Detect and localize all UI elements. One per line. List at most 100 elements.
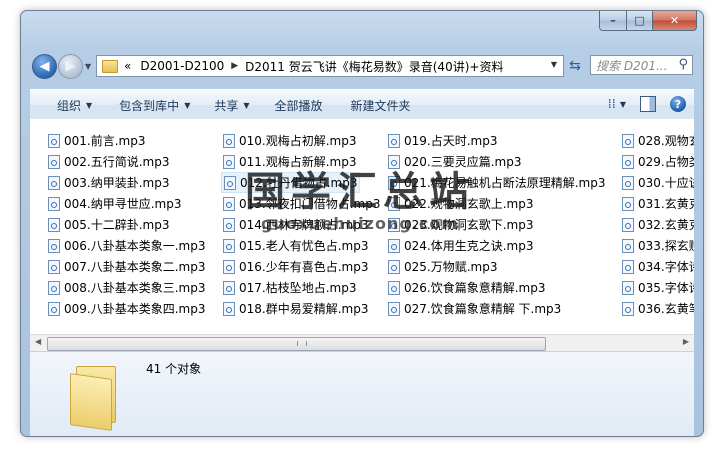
address-bar[interactable]: « D2001-D2100 ▶ D2011 贺云飞讲《梅花易数》录音(40讲)+… [96, 55, 564, 77]
file-item[interactable]: 034.字体诗 [622, 256, 694, 277]
file-name: 028.观物玄 [638, 134, 694, 148]
file-item[interactable]: 013.邻夜扣门借物占.mp3 [223, 193, 380, 214]
scroll-left-arrow-icon[interactable]: ◀ [35, 337, 41, 346]
file-name: 001.前言.mp3 [64, 134, 146, 148]
minimize-button[interactable]: – [599, 11, 627, 31]
mp3-file-icon [223, 238, 235, 253]
file-name: 025.万物赋.mp3 [404, 260, 498, 274]
forward-button[interactable]: ▶ [58, 54, 83, 79]
file-item[interactable]: 033.探玄赋 [622, 235, 694, 256]
file-name: 030.十应诀 [638, 176, 694, 190]
file-name: 011.观梅占新解.mp3 [239, 155, 357, 169]
file-item[interactable]: 009.八卦基本类象四.mp3 [48, 298, 205, 319]
file-name: 024.体用生克之诀.mp3 [404, 239, 534, 253]
mp3-file-icon [622, 175, 634, 190]
mp3-file-icon [622, 238, 634, 253]
file-item[interactable]: 028.观物玄 [622, 130, 694, 151]
include-in-library-button[interactable]: 包含到库中 ▼ [119, 97, 190, 114]
explorer-window: – □ ✕ ◀ ▶ ▼ « D2001-D2100 ▶ D2011 贺云飞讲《梅… [20, 10, 704, 437]
file-name: 033.探玄赋 [638, 239, 694, 253]
navigation-bar: ◀ ▶ ▼ « D2001-D2100 ▶ D2011 贺云飞讲《梅花易数》录音… [30, 53, 694, 79]
file-item[interactable]: 010.观梅占初解.mp3 [223, 130, 356, 151]
file-item[interactable]: 007.八卦基本类象二.mp3 [48, 256, 205, 277]
file-item-hovered[interactable]: 012.牡丹借物占.mp3 [221, 172, 361, 193]
file-item[interactable]: 030.十应诀 [622, 172, 694, 193]
file-name: 032.玄黄克 [638, 218, 694, 232]
breadcrumb-item-current[interactable]: D2011 贺云飞讲《梅花易数》录音(40讲)+资料 [245, 58, 503, 75]
file-item[interactable]: 008.八卦基本类象三.mp3 [48, 277, 205, 298]
maximize-button[interactable]: □ [627, 11, 653, 31]
mp3-file-icon [622, 301, 634, 316]
refresh-button[interactable]: ⇆ [564, 56, 586, 76]
mp3-file-icon [388, 301, 400, 316]
help-icon[interactable]: ? [670, 96, 686, 112]
view-controls: ⁞⁞ ▼ ? [608, 96, 686, 112]
file-item[interactable]: 035.字体诗 [622, 277, 694, 298]
file-item[interactable]: 020.三要灵应篇.mp3 [388, 151, 521, 172]
organize-button[interactable]: 组织 ▼ [57, 97, 92, 114]
file-item[interactable]: 026.饮食篇象意精解.mp3 [388, 277, 545, 298]
file-item[interactable]: 029.占物类 [622, 151, 694, 172]
file-name: 004.纳甲寻世应.mp3 [64, 197, 182, 211]
file-list: 001.前言.mp3 002.五行简说.mp3 003.纳甲装卦.mp3 004… [30, 119, 694, 334]
file-item[interactable]: 011.观梅占新解.mp3 [223, 151, 356, 172]
file-item[interactable]: 014.西林寺牌额占.mp3 [223, 214, 368, 235]
file-name: 002.五行简说.mp3 [64, 155, 170, 169]
file-item[interactable]: 031.玄黄克 [622, 193, 694, 214]
file-item[interactable]: 001.前言.mp3 [48, 130, 145, 151]
file-item[interactable]: 017.枯枝坠地占.mp3 [223, 277, 356, 298]
breadcrumb-overflow[interactable]: « [124, 59, 131, 73]
file-name: 036.玄黄笔 [638, 302, 694, 316]
recent-pages-dropdown[interactable]: ▼ [85, 62, 91, 71]
file-item[interactable]: 006.八卦基本类象一.mp3 [48, 235, 205, 256]
file-item[interactable]: 016.少年有喜色占.mp3 [223, 256, 368, 277]
file-item[interactable]: 003.纳甲装卦.mp3 [48, 172, 169, 193]
mp3-file-icon [388, 259, 400, 274]
mp3-file-icon [224, 175, 236, 190]
breadcrumb-separator-icon[interactable]: ▶ [231, 61, 238, 71]
file-item[interactable]: 036.玄黄笔 [622, 298, 694, 319]
folder-icon [102, 59, 118, 73]
minimize-icon: – [610, 14, 616, 27]
file-item[interactable]: 015.老人有忧色占.mp3 [223, 235, 368, 256]
change-view-icon[interactable]: ⁞⁞ [608, 97, 616, 112]
file-item[interactable]: 023.观物洞玄歌下.mp3 [388, 214, 533, 235]
file-item[interactable]: 022.观物洞玄歌上.mp3 [388, 193, 533, 214]
file-item[interactable]: 025.万物赋.mp3 [388, 256, 497, 277]
file-item[interactable]: 002.五行简说.mp3 [48, 151, 169, 172]
mp3-file-icon [48, 217, 60, 232]
breadcrumb-item-parent[interactable]: D2001-D2100 [140, 59, 224, 73]
mp3-file-icon [622, 259, 634, 274]
mp3-file-icon [48, 301, 60, 316]
address-dropdown-icon[interactable]: ▼ [551, 60, 557, 69]
chevron-down-icon: ▼ [243, 100, 250, 110]
magnifier-icon[interactable]: ⚲ [678, 57, 688, 72]
close-button[interactable]: ✕ [653, 11, 697, 31]
file-item[interactable]: 024.体用生克之诀.mp3 [388, 235, 533, 256]
search-input[interactable]: 搜索 D201... ⚲ [590, 55, 693, 75]
mp3-file-icon [223, 217, 235, 232]
new-folder-button[interactable]: 新建文件夹 [351, 97, 411, 114]
view-dropdown-icon[interactable]: ▼ [620, 100, 626, 109]
file-item[interactable]: 019.占天时.mp3 [388, 130, 497, 151]
mp3-file-icon [48, 133, 60, 148]
preview-pane-icon[interactable] [640, 96, 656, 112]
folder-icon [70, 366, 122, 431]
file-name: 009.八卦基本类象四.mp3 [64, 302, 206, 316]
file-item[interactable]: 004.纳甲寻世应.mp3 [48, 193, 181, 214]
play-all-button[interactable]: 全部播放 [275, 97, 323, 114]
file-item[interactable]: 032.玄黄克 [622, 214, 694, 235]
scrollbar-thumb[interactable] [47, 337, 546, 351]
mp3-file-icon [223, 133, 235, 148]
file-item[interactable]: 021.梅花易触机占断法原理精解.mp3 [388, 172, 605, 193]
command-bar: 组织 ▼ 包含到库中 ▼ 共享 ▼ 全部播放 新建文件夹 ⁞⁞ ▼ ? [30, 89, 694, 121]
file-item[interactable]: 018.群中易爱精解.mp3 [223, 298, 368, 319]
back-button[interactable]: ◀ [32, 54, 57, 79]
mp3-file-icon [388, 133, 400, 148]
file-item[interactable]: 005.十二辟卦.mp3 [48, 214, 169, 235]
share-button[interactable]: 共享 ▼ [214, 97, 249, 114]
file-name: 003.纳甲装卦.mp3 [64, 176, 170, 190]
horizontal-scrollbar[interactable]: ◀ ▶ [30, 334, 694, 352]
file-item[interactable]: 027.饮食篇象意精解 下.mp3 [388, 298, 561, 319]
scroll-right-arrow-icon[interactable]: ▶ [683, 337, 689, 346]
